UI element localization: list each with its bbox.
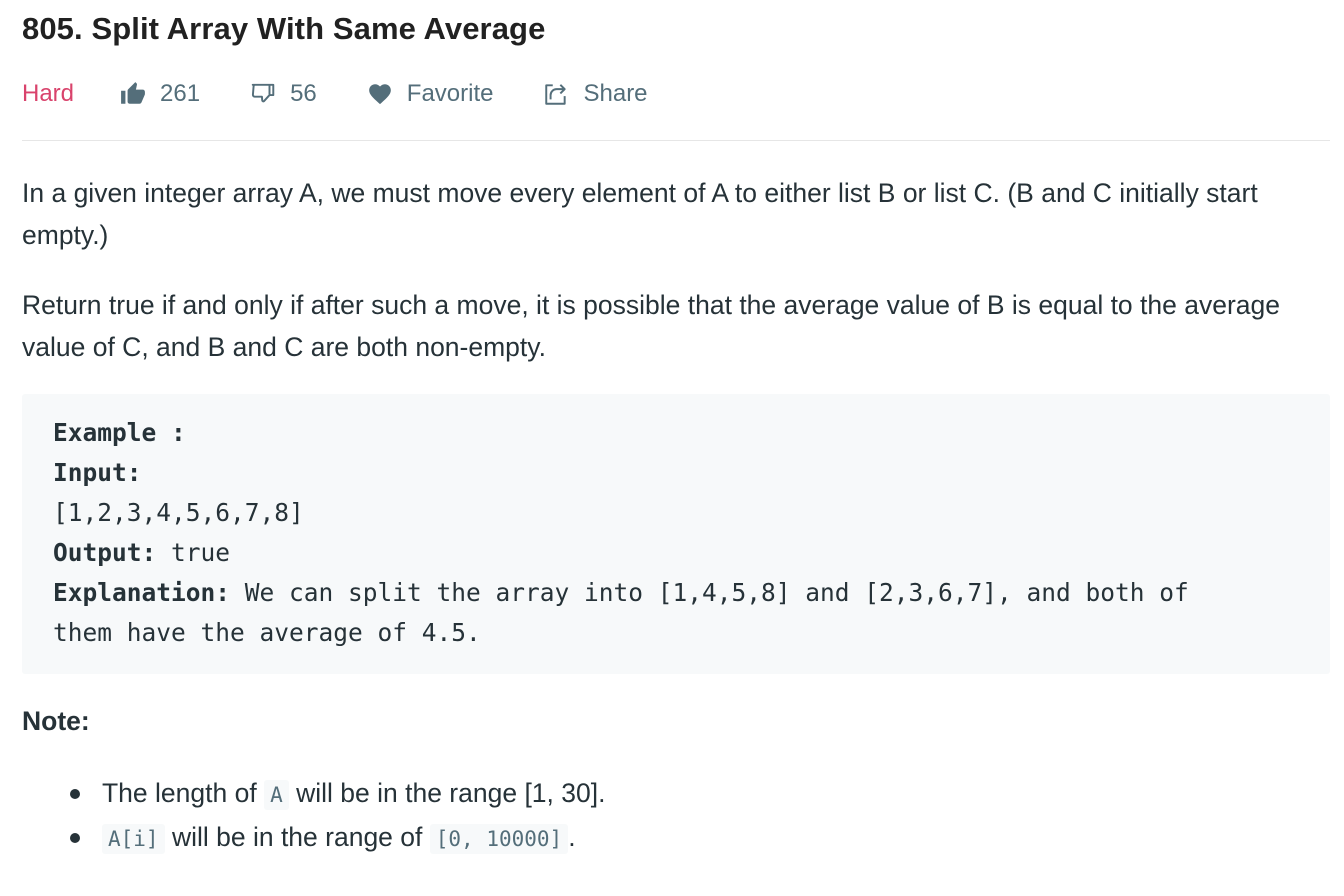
input-value: [1,2,3,4,5,6,7,8] (53, 498, 304, 527)
note-list: The length of A will be in the range [1,… (22, 772, 1332, 860)
note-text: will be in the range [1, 30]. (296, 778, 606, 808)
share-icon (545, 84, 567, 105)
example-heading: Example : (53, 418, 186, 447)
output-label: Output: (53, 538, 157, 567)
note-text: . (568, 822, 576, 852)
explanation-text-line-2: them have the average of 4.5. (53, 618, 481, 647)
problem-description-panel: 805. Split Array With Same Average Hard … (0, 0, 1344, 896)
inline-code: A[i] (102, 824, 165, 854)
explanation-text-line-1: We can split the array into [1,4,5,8] an… (244, 578, 1189, 607)
difficulty-label: Hard (22, 80, 75, 107)
explanation-label: Explanation: (53, 578, 231, 607)
thumbs-up-icon (121, 82, 145, 104)
header-divider (22, 140, 1330, 141)
favorite-label: Favorite (406, 80, 494, 107)
inline-code: [0, 10000] (429, 824, 569, 854)
like-button[interactable]: 261 (120, 80, 200, 108)
thumbs-down-icon (251, 83, 275, 103)
dislike-button[interactable]: 56 (250, 80, 317, 108)
problem-title: 805. Split Array With Same Average (22, 11, 546, 46)
dislike-count: 56 (290, 80, 317, 107)
example-code-block: Example : Input: [1,2,3,4,5,6,7,8] Outpu… (22, 394, 1330, 674)
heart-icon (368, 84, 391, 105)
list-item: A[i] will be in the range of [0, 10000]. (22, 816, 1332, 860)
input-label: Input: (53, 458, 142, 487)
share-button[interactable]: Share (543, 80, 648, 108)
description-paragraph-1: In a given integer array A, we must move… (22, 178, 1258, 250)
bullet-icon (70, 833, 80, 843)
share-label: Share (583, 80, 648, 107)
favorite-button[interactable]: Favorite (367, 80, 494, 108)
output-value: true (171, 538, 231, 567)
bullet-icon (70, 789, 80, 799)
note-text: The length of (102, 778, 257, 808)
list-item: The length of A will be in the range [1,… (22, 772, 1332, 816)
note-text: will be in the range of (171, 822, 423, 852)
like-count: 261 (160, 80, 201, 107)
inline-code: A (264, 780, 289, 810)
description-paragraph-2: Return true if and only if after such a … (22, 290, 1280, 362)
note-heading: Note: (22, 706, 90, 736)
problem-meta-bar: Hard 261 56 Favorite Share (22, 74, 698, 114)
